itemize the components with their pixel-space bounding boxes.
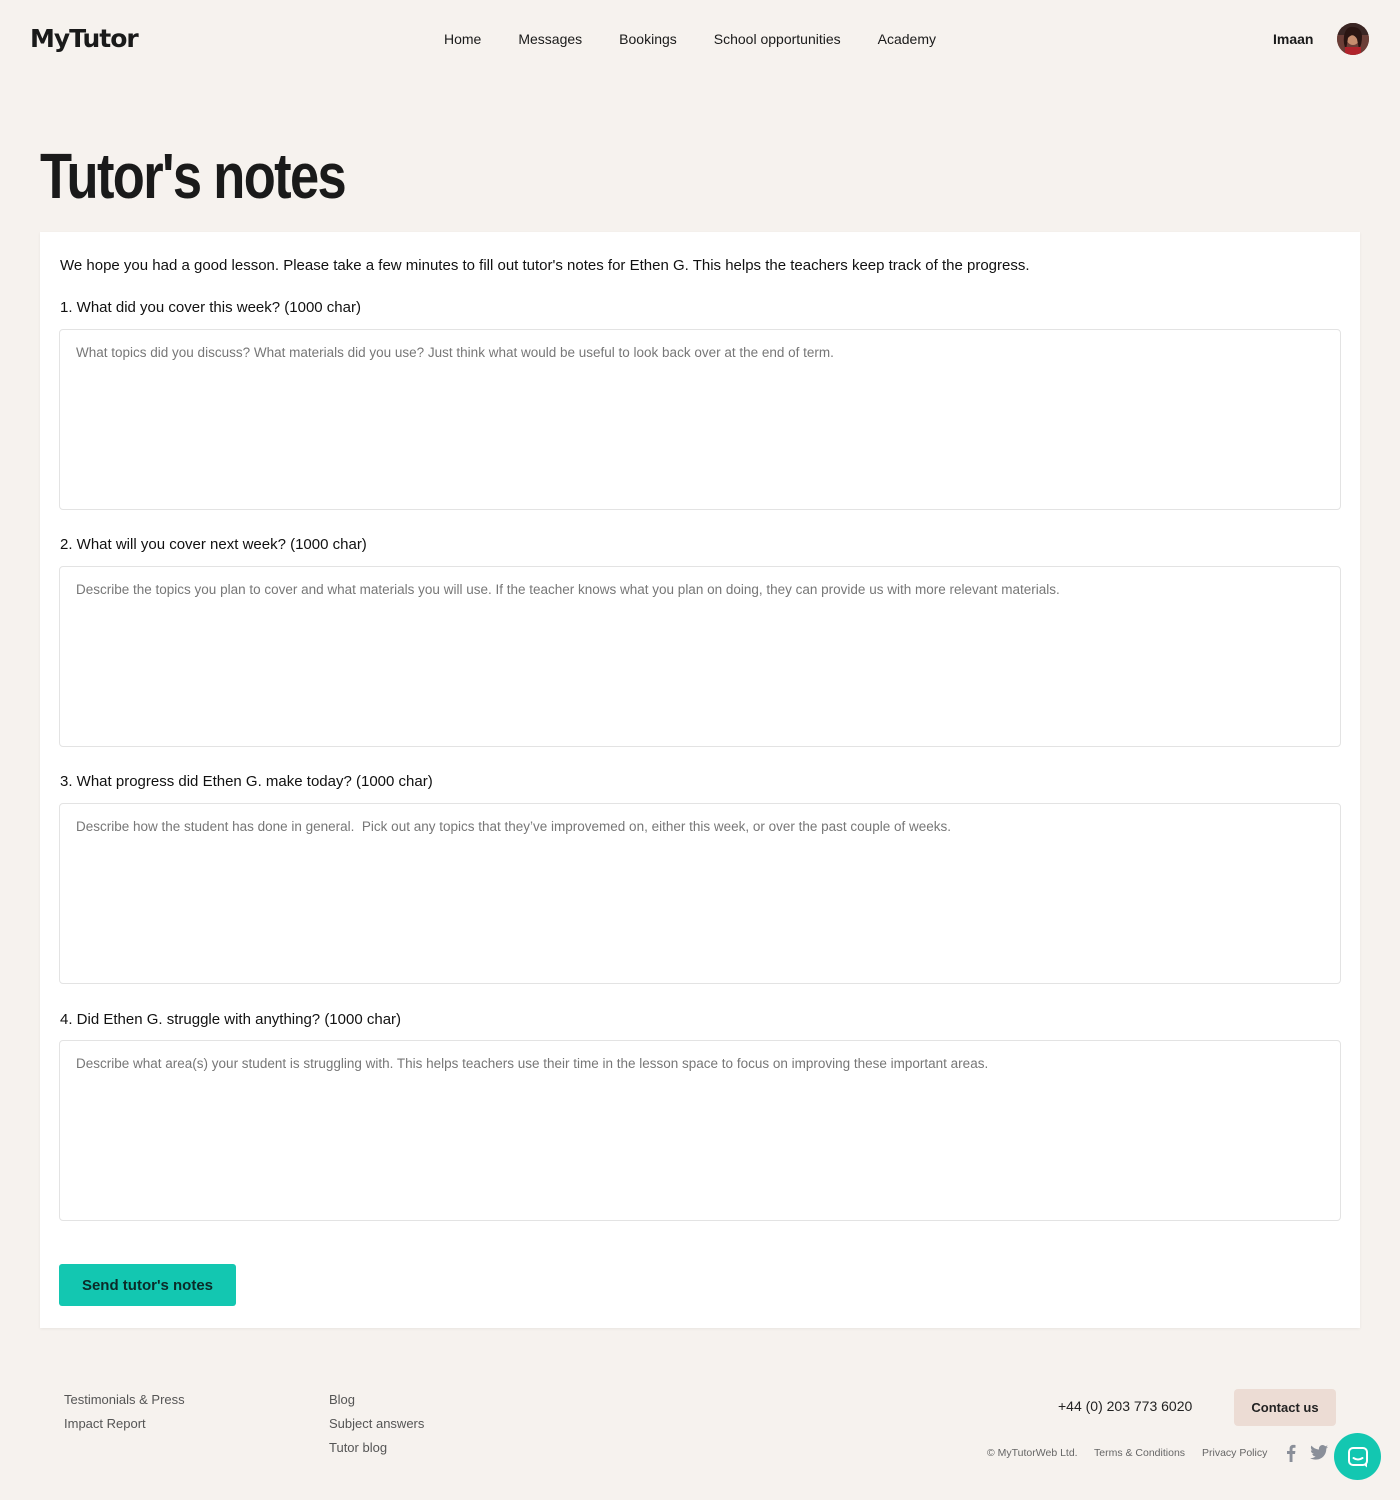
question-1-label: 1. What did you cover this week? (1000 c… — [60, 299, 361, 316]
nav-bookings[interactable]: Bookings — [619, 31, 677, 47]
question-4-textarea[interactable] — [59, 1040, 1341, 1221]
nav-school-opportunities[interactable]: School opportunities — [714, 31, 841, 47]
chat-icon — [1347, 1446, 1368, 1467]
question-4-label: 4. Did Ethen G. struggle with anything? … — [60, 1011, 402, 1028]
chat-launcher-button[interactable] — [1334, 1433, 1381, 1480]
top-header: MyTutor Home Messages Bookings School op… — [0, 0, 1400, 80]
footer-link-tutor-blog[interactable]: Tutor blog — [329, 1440, 387, 1455]
nav-academy[interactable]: Academy — [878, 31, 936, 47]
phone-number[interactable]: +44 (0) 203 773 6020 — [1058, 1398, 1192, 1414]
twitter-icon[interactable] — [1310, 1445, 1328, 1465]
intro-text: We hope you had a good lesson. Please ta… — [60, 257, 1030, 274]
nav-messages[interactable]: Messages — [518, 31, 582, 47]
question-3-label: 3. What progress did Ethen G. make today… — [60, 773, 433, 790]
nav-home[interactable]: Home — [444, 31, 481, 47]
avatar-image — [1337, 23, 1369, 55]
main-nav: Home Messages Bookings School opportunit… — [444, 31, 973, 47]
question-1-textarea[interactable] — [59, 329, 1341, 510]
question-2-textarea[interactable] — [59, 566, 1341, 747]
page-title: Tutor's notes — [40, 140, 347, 212]
contact-us-button[interactable]: Contact us — [1234, 1389, 1336, 1426]
footer-link-impact-report[interactable]: Impact Report — [64, 1416, 146, 1431]
mytutor-logo[interactable]: MyTutor — [30, 24, 139, 53]
footer-link-subject-answers[interactable]: Subject answers — [329, 1416, 424, 1431]
footer-link-blog[interactable]: Blog — [329, 1392, 355, 1407]
question-3-textarea[interactable] — [59, 803, 1341, 984]
tutor-notes-form: We hope you had a good lesson. Please ta… — [40, 232, 1360, 1328]
avatar[interactable] — [1337, 23, 1369, 55]
user-name[interactable]: Imaan — [1273, 31, 1313, 47]
copyright-text: © MyTutorWeb Ltd. — [987, 1447, 1078, 1459]
footer-link-testimonials[interactable]: Testimonials & Press — [64, 1392, 185, 1407]
privacy-link[interactable]: Privacy Policy — [1202, 1447, 1267, 1459]
facebook-icon[interactable] — [1286, 1444, 1296, 1467]
terms-link[interactable]: Terms & Conditions — [1094, 1447, 1185, 1459]
question-2-label: 2. What will you cover next week? (1000 … — [60, 536, 367, 553]
send-tutor-notes-button[interactable]: Send tutor's notes — [59, 1264, 236, 1306]
